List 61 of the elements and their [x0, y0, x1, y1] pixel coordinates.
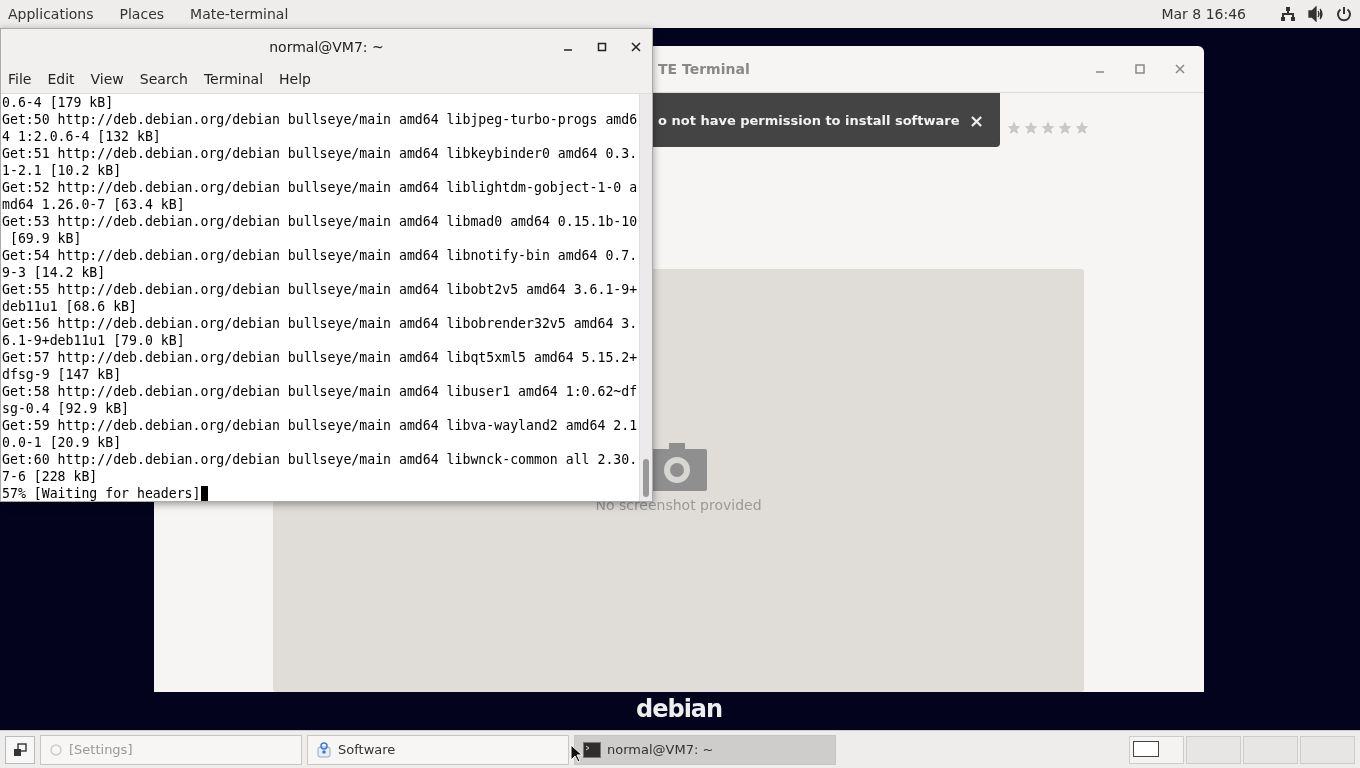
terminal-line: Get:58 http://deb.debian.org/debian bullseye/main amd64 libuser1 amd64 1:0.62~df: [2, 383, 638, 400]
star-icon: [1007, 121, 1021, 135]
star-icon: [1058, 121, 1072, 135]
close-icon[interactable]: [630, 41, 642, 53]
terminal-line: 7-6 [228 kB]: [2, 468, 98, 485]
terminal-line: Get:51 http://deb.debian.org/debian bullseye/main amd64 libkeybinder0 amd64 0.3.: [2, 145, 638, 162]
maximize-icon[interactable]: [596, 41, 608, 53]
camera-icon: [650, 443, 707, 491]
terminal-line: [69.9 kB]: [8, 230, 82, 247]
notification-text: o not have permission to install software: [658, 112, 961, 128]
terminal-line: dfsg-9 [147 kB]: [2, 366, 122, 383]
terminal-line: Get:54 http://deb.debian.org/debian bullseye/main amd64 libnotify-bin amd64 0.7.: [2, 247, 638, 264]
terminal-line: 0.6-4 [179 kB]: [2, 94, 114, 111]
terminal-line: md64 1.26.0-7 [63.4 kB]: [2, 196, 185, 213]
terminal-line: Get:57 http://deb.debian.org/debian bullseye/main amd64 libqt5xml5 amd64 5.15.2+: [2, 349, 638, 366]
terminal-line: deb11u1 [68.6 kB]: [2, 298, 137, 315]
scrollbar[interactable]: [639, 94, 652, 501]
taskbar-item[interactable]: Software: [307, 734, 569, 765]
wallpaper-logo: debian: [636, 694, 723, 724]
taskbar-item[interactable]: normal@VM7: ~: [574, 734, 836, 765]
terminal-line: Get:55 http://deb.debian.org/debian bullseye/main amd64 libobt2v5 amd64 3.6.1-9+: [2, 281, 638, 298]
windows-icon: [13, 742, 27, 757]
window-title: normal@VM7: ~: [269, 39, 384, 55]
terminal-line: 57% [Waiting for headers]: [2, 485, 208, 501]
star-icon: [1075, 121, 1089, 135]
terminal-line: Get:53 http://deb.debian.org/debian bullseye/main amd64 libmad0 amd64 0.15.1b-10: [2, 213, 638, 230]
panel-menu[interactable]: Mate-terminal: [190, 6, 289, 22]
star-icon: [1024, 121, 1038, 135]
terminal-line: 6.1-9+deb11u1 [79.0 kB]: [2, 332, 185, 349]
menu-item[interactable]: Help: [279, 71, 311, 87]
close-button[interactable]: ×: [964, 109, 988, 131]
terminal-line: 4 1:2.0.6-4 [132 kB]: [2, 128, 161, 145]
terminal-line: 9-3 [14.2 kB]: [2, 264, 106, 281]
menu-item[interactable]: View: [90, 71, 124, 87]
terminal-line: 0.0-1 [20.9 kB]: [2, 434, 122, 451]
clock[interactable]: Mar 8 16:46: [1161, 6, 1246, 22]
terminal-line: Get:50 http://deb.debian.org/debian bullseye/main amd64 libjpeg-turbo-progs amd6: [2, 111, 638, 128]
terminal-line: Get:60 http://deb.debian.org/debian bullseye/main amd64 libwnck-common all 2.30.: [2, 451, 638, 468]
panel-menu[interactable]: Places: [119, 6, 165, 22]
spinner-icon: [49, 742, 63, 757]
menu-item[interactable]: File: [8, 71, 32, 87]
workspace-button[interactable]: [1129, 735, 1184, 764]
bag-icon: [316, 741, 332, 758]
terminal-line: 1-2.1 [10.2 kB]: [2, 162, 122, 179]
panel-menu[interactable]: Applications: [8, 6, 94, 22]
mouse-pointer-icon: [570, 744, 582, 763]
menu-item[interactable]: Edit: [47, 71, 75, 87]
power-icon[interactable]: [1336, 6, 1352, 22]
terminal-icon: [583, 741, 601, 758]
terminal-line: Get:56 http://deb.debian.org/debian bullseye/main amd64 libobrender32v5 amd64 3.: [2, 315, 638, 332]
show-desktop-button[interactable]: [5, 735, 35, 764]
menu-item[interactable]: Terminal: [203, 71, 264, 87]
menu-item[interactable]: Search: [139, 71, 188, 87]
volume-icon[interactable]: [1308, 6, 1324, 22]
terminal-line: sg-0.4 [92.9 kB]: [2, 400, 130, 417]
window-title: TE Terminal: [658, 61, 750, 77]
star-icon: [1041, 121, 1055, 135]
network-icon[interactable]: [1280, 6, 1296, 22]
terminal-line: Get:59 http://deb.debian.org/debian bullseye/main amd64 libva-wayland2 amd64 2.1: [2, 417, 638, 434]
text-cursor: [200, 486, 208, 501]
terminal-line: Get:52 http://deb.debian.org/debian bullseye/main amd64 liblightdm-gobject-1-0 a: [2, 179, 638, 196]
